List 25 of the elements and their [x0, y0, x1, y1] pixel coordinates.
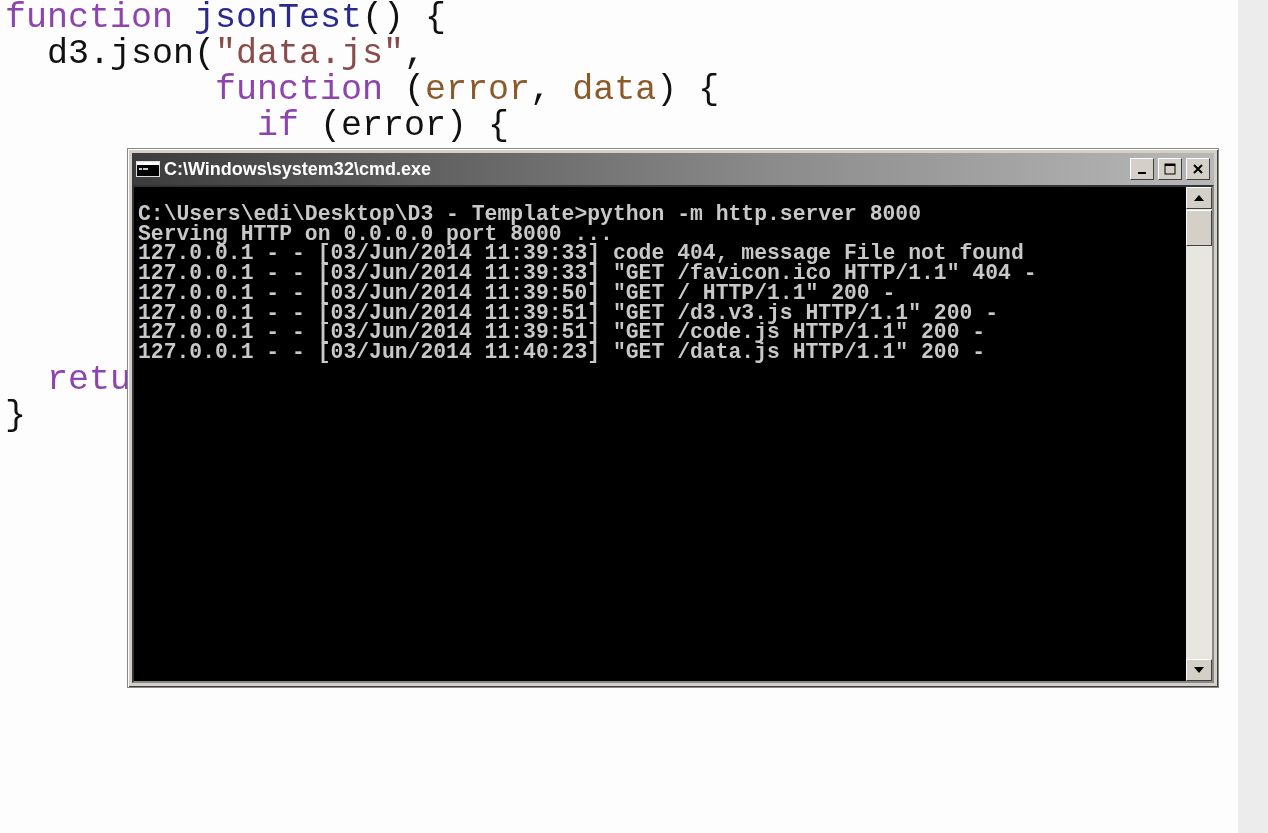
console-line: 127.0.0.1 - - [03/Jun/2014 11:39:51] "GET /code.js HTTP/1.1" 200 - — [138, 323, 987, 343]
code-line: retu — [46, 362, 133, 398]
minimize-icon — [1138, 172, 1146, 174]
close-button[interactable] — [1186, 158, 1210, 180]
scroll-bar[interactable] — [1186, 187, 1212, 681]
code-line: d3.json("data.js", — [46, 36, 427, 72]
console-line: C:\Users\edi\Desktop\D3 - Template>python -m http.server 8000 — [138, 205, 923, 225]
scroll-thumb[interactable] — [1186, 210, 1212, 246]
minimize-button[interactable] — [1130, 158, 1154, 180]
code-line: function (error, data) { — [214, 72, 721, 108]
code-line: if (error) { — [256, 108, 511, 144]
scroll-down-button[interactable] — [1186, 659, 1212, 681]
up-arrow-icon — [1194, 195, 1204, 201]
console-line: 127.0.0.1 - - [03/Jun/2014 11:39:33] "GET /favicon.ico HTTP/1.1" 404 - — [138, 264, 1038, 284]
code-line: } — [5, 398, 27, 434]
scroll-up-button[interactable] — [1186, 187, 1212, 209]
maximize-icon — [1164, 163, 1176, 175]
window-title: C:\Windows\system32\cmd.exe — [164, 158, 432, 180]
console-app-icon — [136, 161, 160, 177]
close-icon — [1192, 163, 1204, 175]
down-arrow-icon — [1194, 667, 1204, 673]
maximize-button[interactable] — [1158, 158, 1182, 180]
console-line: 127.0.0.1 - - [03/Jun/2014 11:39:50] "GET / HTTP/1.1" 200 - — [138, 283, 896, 304]
console-line: 127.0.0.1 - - [03/Jun/2014 11:40:23] "GET /data.js HTTP/1.1" 200 - — [138, 342, 987, 363]
code-line: function jsonTest() { — [5, 0, 448, 36]
